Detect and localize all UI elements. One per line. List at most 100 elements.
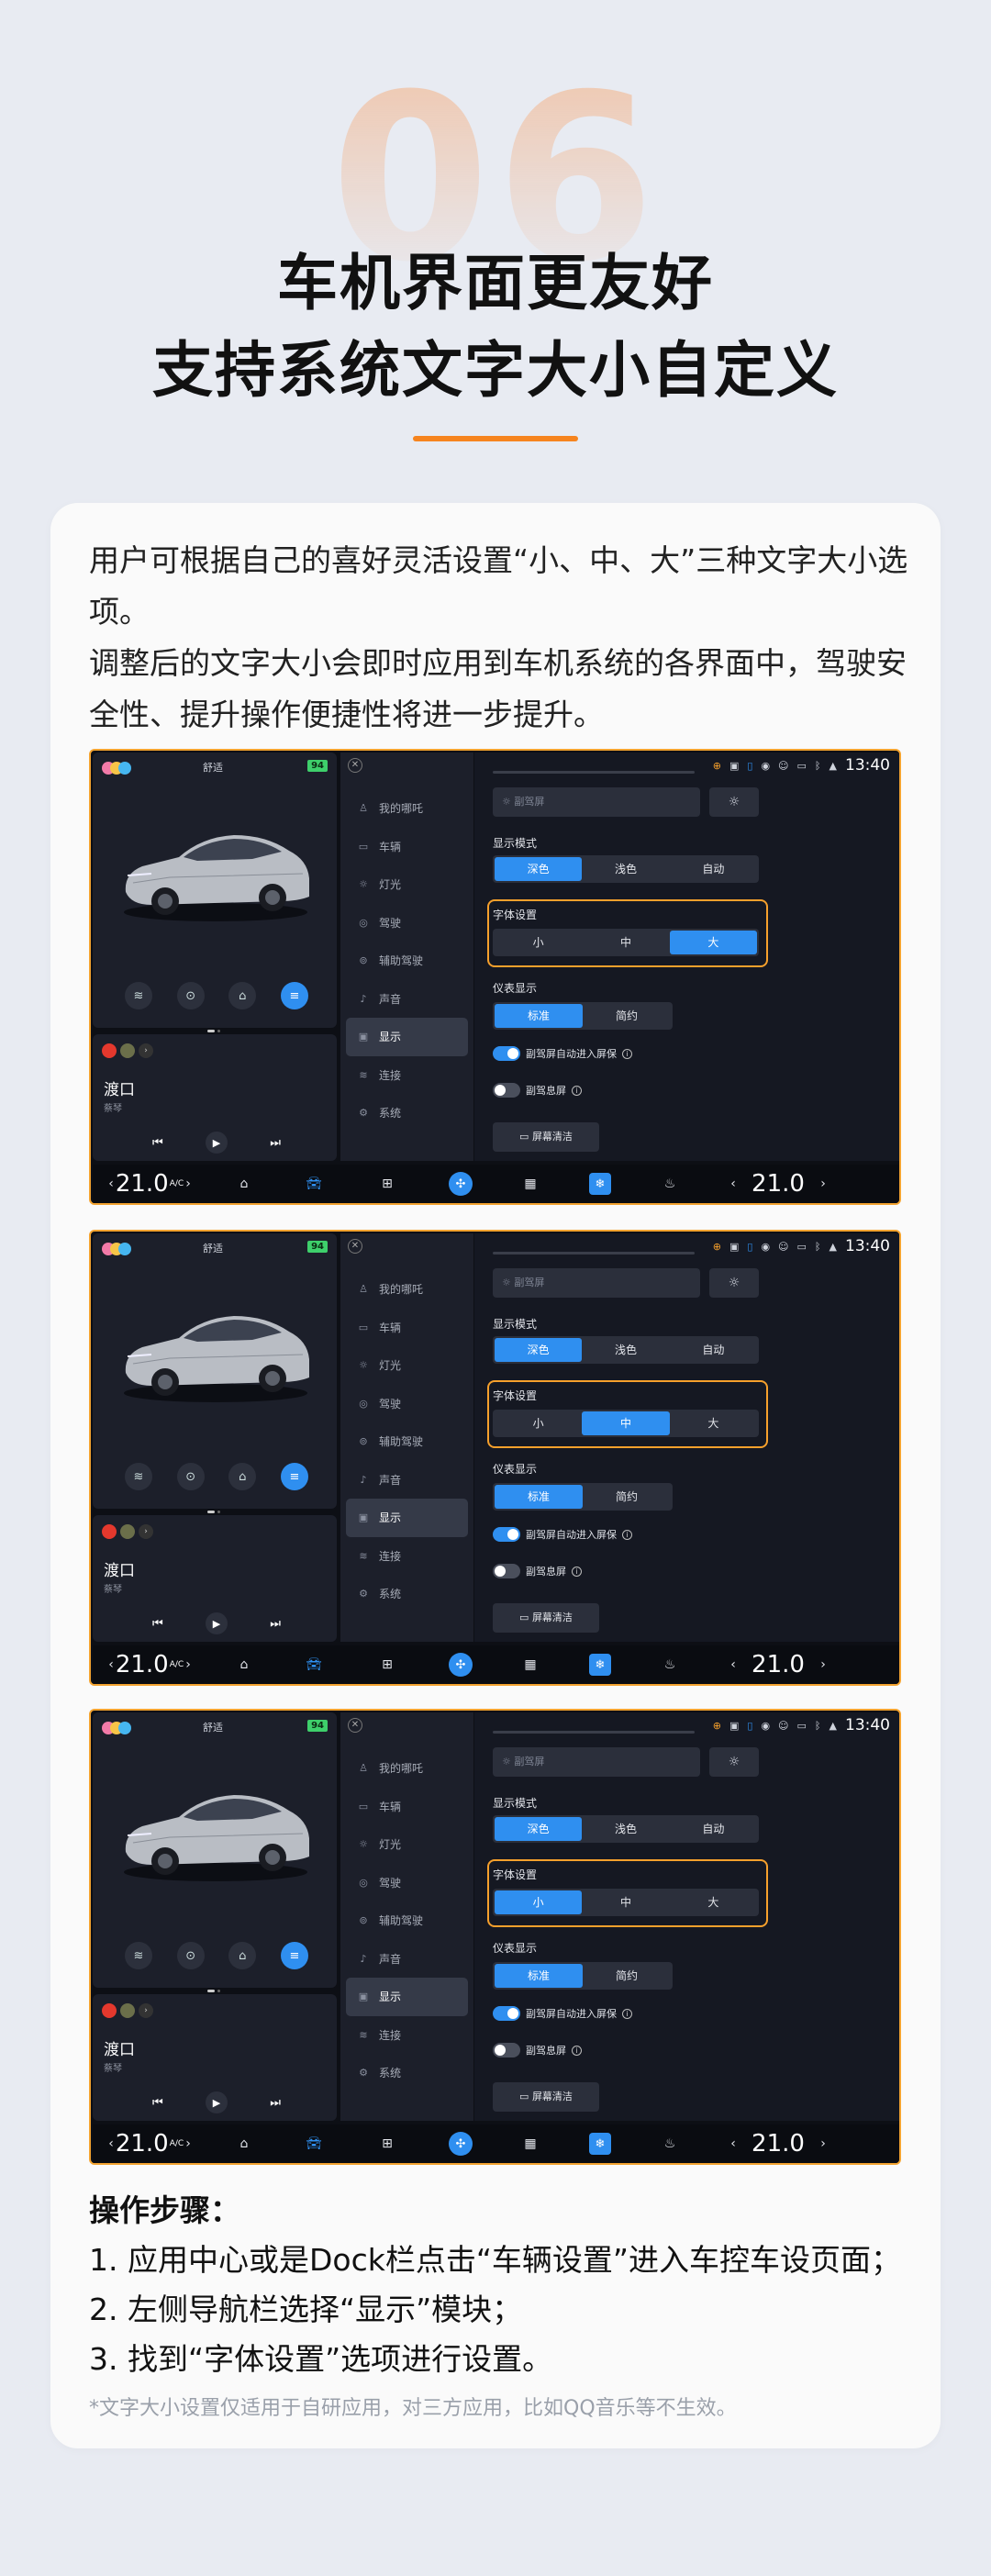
music-card[interactable]: › 渡口 蔡琴 ⏮ ▶ ⏭ <box>93 1994 337 2121</box>
temp-down-right-icon[interactable]: ‹ <box>724 1165 742 1203</box>
home-icon[interactable]: ⌂ <box>230 1645 258 1684</box>
meter-display-option[interactable]: 标准 <box>495 1004 583 1028</box>
nav-item[interactable]: ▣ 显示 <box>346 1018 468 1056</box>
font-size-option[interactable]: 大 <box>670 1890 757 1914</box>
music-card[interactable]: › 渡口 蔡琴 ⏮ ▶ ⏭ <box>93 1034 337 1161</box>
temp-left[interactable]: 21.0 A/C <box>116 1165 184 1203</box>
meter-display-option[interactable]: 简约 <box>583 1485 671 1509</box>
meter-display-option[interactable]: 标准 <box>495 1964 583 1988</box>
info-icon[interactable]: i <box>572 2045 582 2056</box>
screen-clean-button[interactable]: ▭ 屏幕清洁 <box>493 1122 599 1152</box>
fan-control-button[interactable]: ≋ <box>125 982 152 1009</box>
play-icon[interactable]: ▶ <box>206 1612 228 1634</box>
sub-screen-field[interactable]: ☼ 副驾屏 <box>493 787 700 817</box>
apps-icon[interactable]: ⊞ <box>373 2124 401 2163</box>
display-mode-option[interactable]: 深色 <box>495 1338 583 1362</box>
car-settings-icon[interactable]: 🚘︎ <box>300 2124 328 2163</box>
font-size-option[interactable]: 小 <box>495 931 582 954</box>
door-control-button[interactable]: ⌂ <box>228 1463 257 1490</box>
screen-clean-button[interactable]: ▭ 屏幕清洁 <box>493 1603 599 1633</box>
rear-defrost-icon[interactable]: ▦ <box>517 2124 544 2163</box>
auto-screensaver-toggle[interactable] <box>493 1527 520 1542</box>
ac-button[interactable]: ❄ <box>586 1645 614 1684</box>
rear-defrost-icon[interactable]: ▦ <box>517 1645 544 1684</box>
nav-item[interactable]: ♙ 我的哪吒 <box>346 789 468 828</box>
door-control-button[interactable]: ⌂ <box>228 982 257 1009</box>
temp-up-right-icon[interactable]: › <box>814 1165 832 1203</box>
lock-control-button[interactable]: ⊙ <box>176 1463 205 1490</box>
brightness-button[interactable]: ☼ <box>709 1747 759 1777</box>
temp-right[interactable]: 21.0 <box>746 1645 810 1684</box>
font-size-option[interactable]: 小 <box>495 1890 583 1914</box>
seat-icon[interactable]: ♨ <box>656 2124 684 2163</box>
next-icon[interactable]: ⏭ <box>270 1617 281 1631</box>
music-card[interactable]: › 渡口 蔡琴 ⏮ ▶ ⏭ <box>93 1515 337 1642</box>
ac-button[interactable]: ❄ <box>586 2124 614 2163</box>
temp-down-right-icon[interactable]: ‹ <box>724 2124 742 2163</box>
fan-button[interactable]: ✣ <box>447 1645 474 1684</box>
close-icon[interactable]: ✕ <box>348 1239 362 1254</box>
nav-item[interactable]: ▭ 车辆 <box>346 1309 468 1347</box>
nav-item[interactable]: ⊚ 辅助驾驶 <box>346 1901 468 1940</box>
next-icon[interactable]: ⏭ <box>270 2096 281 2110</box>
temp-up-left-icon[interactable]: › <box>179 2124 197 2163</box>
nav-item[interactable]: ▭ 车辆 <box>346 1788 468 1826</box>
vehicle-card[interactable]: 舒适 94 ≋ ⊙ ⌂ ≡ <box>93 1233 337 1513</box>
car-settings-icon[interactable]: 🚘︎ <box>300 1645 328 1684</box>
info-icon[interactable]: i <box>572 1085 582 1096</box>
temp-up-left-icon[interactable]: › <box>179 1165 197 1203</box>
nav-item[interactable]: ◎ 驾驶 <box>346 1385 468 1423</box>
nav-item[interactable]: ☼ 灯光 <box>346 865 468 904</box>
display-mode-option[interactable]: 浅色 <box>582 1338 669 1362</box>
screen-off-toggle[interactable] <box>493 2043 520 2057</box>
previous-icon[interactable]: ⏮ <box>152 1136 163 1150</box>
nav-item[interactable]: ≋ 连接 <box>346 2016 468 2055</box>
info-icon[interactable]: i <box>622 2008 632 2019</box>
fan-control-button[interactable]: ≋ <box>125 1942 152 1969</box>
nav-item[interactable]: ♪ 声音 <box>346 980 468 1019</box>
fan-button[interactable]: ✣ <box>447 2124 474 2163</box>
temp-left[interactable]: 21.0 A/C <box>116 1645 184 1684</box>
auto-screensaver-toggle[interactable] <box>493 2006 520 2021</box>
light-control-button[interactable]: ≡ <box>280 982 308 1009</box>
nav-item[interactable]: ▣ 显示 <box>346 1499 468 1537</box>
meter-display-option[interactable]: 标准 <box>495 1485 583 1509</box>
info-icon[interactable]: i <box>622 1048 632 1059</box>
font-size-option[interactable]: 中 <box>582 1411 670 1435</box>
nav-item[interactable]: ☼ 灯光 <box>346 1825 468 1864</box>
font-size-option[interactable]: 大 <box>669 931 757 954</box>
screen-clean-button[interactable]: ▭ 屏幕清洁 <box>493 2082 599 2112</box>
nav-item[interactable]: ♪ 声音 <box>346 1940 468 1979</box>
play-icon[interactable]: ▶ <box>206 2091 228 2113</box>
brightness-button[interactable]: ☼ <box>709 787 759 817</box>
meter-display-option[interactable]: 简约 <box>583 1964 671 1988</box>
nav-item[interactable]: ☼ 灯光 <box>346 1346 468 1385</box>
display-mode-option[interactable]: 深色 <box>495 857 583 881</box>
temp-right[interactable]: 21.0 <box>746 1165 810 1203</box>
nav-item[interactable]: ▣ 显示 <box>346 1978 468 2016</box>
close-icon[interactable]: ✕ <box>348 758 362 773</box>
sub-screen-field[interactable]: ☼ 副驾屏 <box>493 1268 700 1298</box>
font-size-option[interactable]: 中 <box>582 931 669 954</box>
display-mode-option[interactable]: 浅色 <box>582 1817 669 1841</box>
light-control-button[interactable]: ≡ <box>280 1942 308 1969</box>
home-icon[interactable]: ⌂ <box>230 1165 258 1203</box>
nav-item[interactable]: ⊚ 辅助驾驶 <box>346 942 468 980</box>
nav-item[interactable]: ≋ 连接 <box>346 1056 468 1095</box>
info-icon[interactable]: i <box>622 1529 632 1540</box>
auto-screensaver-toggle[interactable] <box>493 1046 520 1061</box>
temp-up-left-icon[interactable]: › <box>179 1645 197 1684</box>
nav-item[interactable]: ⚙ 系统 <box>346 1575 468 1613</box>
door-control-button[interactable]: ⌂ <box>228 1942 257 1969</box>
nav-item[interactable]: ◎ 驾驶 <box>346 904 468 942</box>
rear-defrost-icon[interactable]: ▦ <box>517 1165 544 1203</box>
vehicle-card[interactable]: 舒适 94 ≋ ⊙ ⌂ ≡ <box>93 753 337 1032</box>
brightness-button[interactable]: ☼ <box>709 1268 759 1298</box>
temp-left[interactable]: 21.0 A/C <box>116 2124 184 2163</box>
display-mode-option[interactable]: 深色 <box>495 1817 583 1841</box>
nav-item[interactable]: ♙ 我的哪吒 <box>346 1270 468 1309</box>
previous-icon[interactable]: ⏮ <box>152 2096 163 2110</box>
info-icon[interactable]: i <box>572 1566 582 1577</box>
lock-control-button[interactable]: ⊙ <box>176 1942 205 1969</box>
nav-item[interactable]: ♙ 我的哪吒 <box>346 1749 468 1788</box>
